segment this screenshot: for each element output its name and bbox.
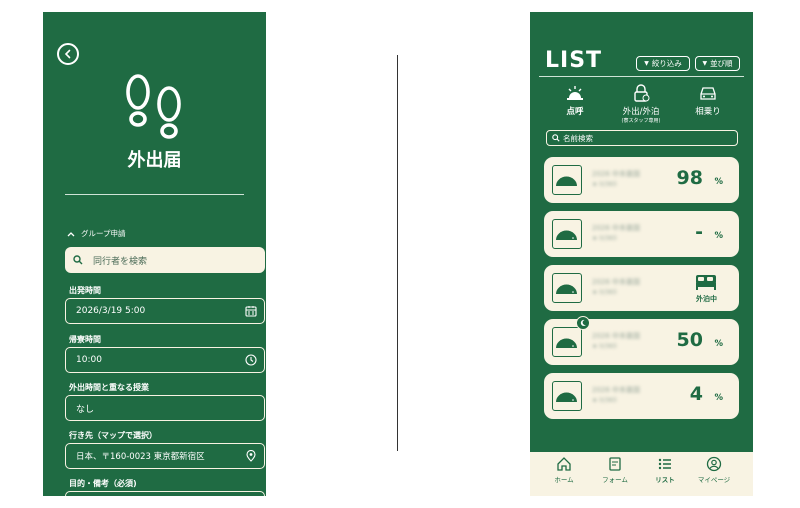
list-item[interactable]: 2026 中本塁国 ★ 0/3K0 - % [544,211,739,257]
caret-down-icon: ▼ [702,60,708,67]
group-toggle[interactable]: グループ申請 [67,228,126,239]
student-name: 2026 中本塁国 [592,278,641,286]
attendance-value: 50 [676,329,703,351]
tab-outing[interactable]: 外出/外泊 (寮スタッフ専用) [606,84,676,124]
student-name: 2026 中本塁国 [592,170,641,178]
group-label: グループ申請 [81,229,126,238]
back-button[interactable] [57,43,79,65]
sort-label: 並び順 [710,59,733,68]
search-placeholder: 同行者を検索 [93,256,148,267]
tab-carpool[interactable]: 相乗り [673,84,743,117]
field-value: 10:00 [76,355,102,365]
search-placeholder: 名前検索 [563,133,593,143]
bottom-nav: ホーム フォーム リスト マイページ [530,452,753,496]
caret-down-icon: ▼ [644,60,649,67]
nav-label: マイページ [697,476,731,484]
overlapping-class-field[interactable]: なし [65,395,265,421]
percent-unit: % [714,339,723,349]
percent-unit: % [714,231,723,241]
nav-mypage[interactable]: マイページ [690,456,738,484]
home-icon [557,457,571,471]
car-icon [700,87,716,100]
list-item[interactable]: 2026 中本塁国 ★ 0/3K0 外泊中 [544,265,739,311]
nav-label: リスト [655,476,675,484]
avatar [552,273,582,303]
avatar [552,219,582,249]
sort-button[interactable]: ▼ 並び順 [695,56,740,71]
field-label: 行き先（マップで選択） [69,431,157,440]
avatar [552,165,582,195]
form-icon [609,457,621,471]
tab-label: 相乗り [695,107,721,117]
list-item[interactable]: 2026 中本塁国 ★ 0/3K0 98 % [544,157,739,203]
filter-label: 絞り込み [651,59,682,68]
percent-unit: % [714,393,723,403]
list-icon [658,458,671,470]
attendance-value: - [695,221,703,243]
footprints-icon [126,74,181,139]
field-value: 日本、〒160-0023 東京都新宿区 [76,452,205,462]
field-value: なし [76,404,95,415]
student-sub: ★ 0/3K0 [592,181,617,188]
avatar [552,327,582,357]
companion-search-input[interactable]: 同行者を検索 [65,247,265,273]
list-item[interactable]: 2026 中本塁国 ★ 0/3K0 4 % [544,373,739,419]
nav-list[interactable]: リスト [641,456,689,484]
field-value: 2026/3/19 5:00 [76,306,146,316]
tab-roll-call[interactable]: 点呼 [540,84,610,117]
nav-home[interactable]: ホーム [540,456,588,484]
bed-icon [696,275,716,290]
moon-icon [580,319,586,326]
return-time-field[interactable]: 10:00 [65,347,265,373]
departure-time-field[interactable]: 2026/3/19 5:00 [65,298,265,324]
status-badge: 外泊中 [696,295,717,303]
chevron-left-icon [64,49,71,59]
student-sub: ★ 0/3K0 [592,343,617,350]
roll-call-bell-icon [567,86,583,100]
location-pin-icon[interactable] [245,450,257,462]
lock-person-icon [634,84,650,102]
search-icon [73,255,83,265]
field-label: 出発時間 [69,286,101,295]
percent-unit: % [714,177,723,187]
calendar-icon[interactable] [245,305,257,317]
nav-label: ホーム [554,476,574,484]
tab-label: 外出/外泊 [622,107,660,117]
moon-badge [576,316,590,330]
clock-icon[interactable] [245,354,257,366]
page-title: 外出届 [127,150,182,171]
field-label: 外出時間と重なる授業 [69,383,149,392]
divider [65,194,244,195]
destination-field[interactable]: 日本、〒160-0023 東京都新宿区 [65,443,265,469]
filter-button[interactable]: ▼ 絞り込み [636,56,690,71]
name-search-input[interactable]: 名前検索 [546,130,738,146]
student-sub: ★ 0/3K0 [592,235,617,242]
student-name: 2026 中本塁国 [592,332,641,340]
list-screen: LIST ▼ 絞り込み ▼ 並び順 点呼 外出/外泊 (寮スタッフ専用) 相乗り… [530,12,753,496]
divider [539,76,744,77]
student-sub: ★ 0/3K0 [592,397,617,404]
search-icon [552,134,560,142]
purpose-field[interactable] [65,491,265,496]
tab-sublabel: (寮スタッフ専用) [621,118,661,124]
attendance-value: 98 [676,167,703,189]
field-label: 帰寮時間 [69,335,101,344]
student-name: 2026 中本塁国 [592,386,641,394]
outing-form-screen: 外出届 グループ申請 同行者を検索 出発時間 2026/3/19 5:00 帰寮… [43,12,266,496]
tab-label: 点呼 [566,107,584,117]
student-name: 2026 中本塁国 [592,224,641,232]
chevron-up-icon [67,231,75,236]
attendance-value: 4 [689,383,703,405]
list-item[interactable]: 2026 中本塁国 ★ 0/3K0 50 % [544,316,739,365]
page-title: LIST [545,48,603,73]
field-label: 目的・備考（必須) [69,479,137,488]
nav-label: フォーム [602,476,628,484]
nav-form[interactable]: フォーム [591,456,639,484]
profile-icon [706,456,722,472]
student-sub: ★ 0/3K0 [592,289,617,296]
screen-divider [397,55,398,451]
avatar [552,381,582,411]
